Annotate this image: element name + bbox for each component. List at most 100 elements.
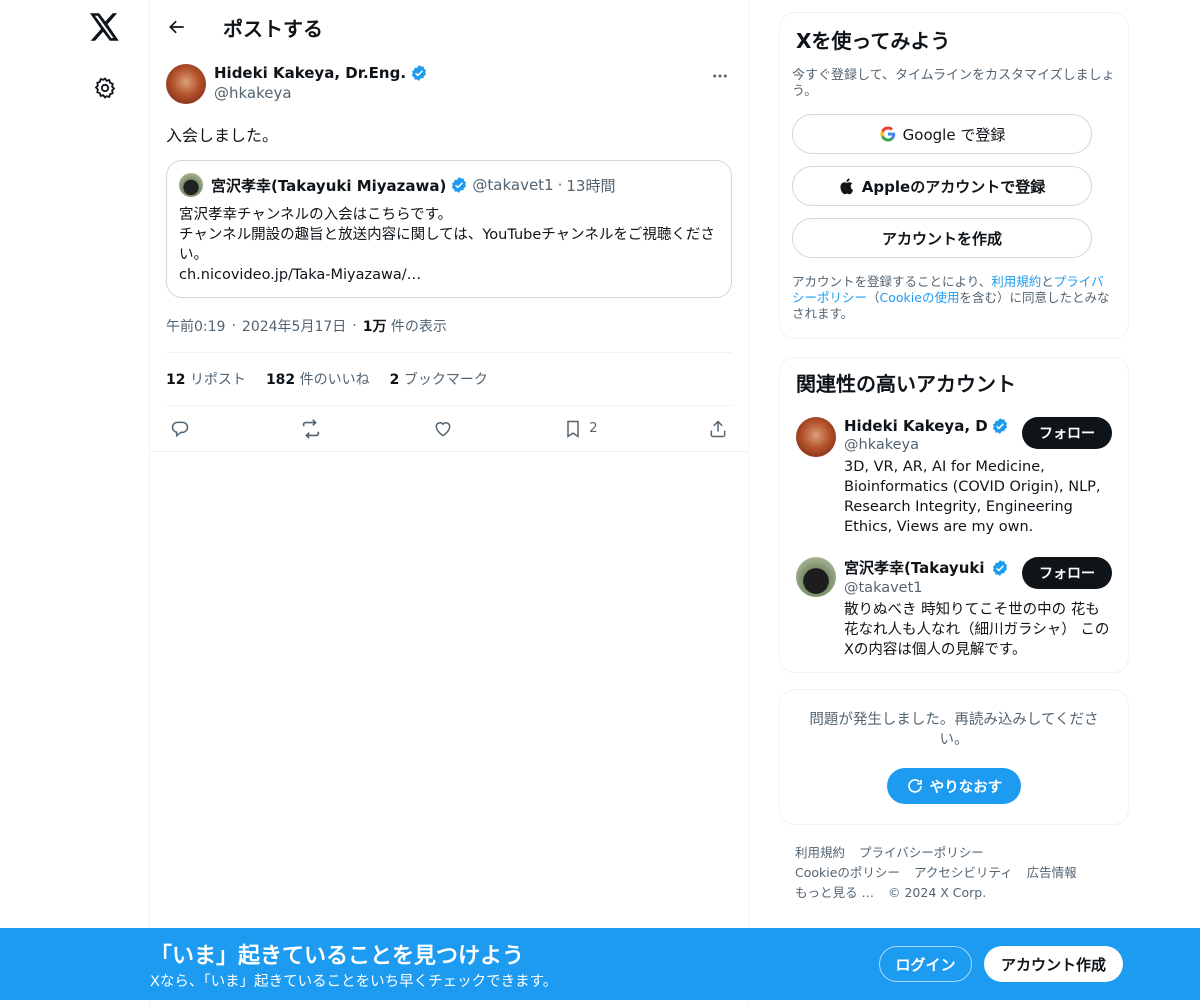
create-account-label: アカウントを作成 <box>881 229 1002 248</box>
post-text: 入会しました。 <box>166 126 279 145</box>
apple-signup-button[interactable]: Appleのアカウントで登録 <box>792 166 1092 206</box>
footer-more-link[interactable]: もっと見る … <box>795 885 874 900</box>
bookmark-icon <box>567 420 580 438</box>
reply-icon <box>171 421 189 437</box>
avatar[interactable] <box>796 557 836 597</box>
apple-signup-label: Appleのアカウントで登録 <box>861 177 1046 196</box>
quote-author-handle: @takavet1 <box>472 176 554 194</box>
page-title: ポストする <box>223 16 323 41</box>
post: Hideki Kakeya, Dr.Eng. @hkakeya 入会しました。 … <box>150 54 748 452</box>
right-sidebar: Xを使ってみよう 今すぐ登録して、タイムラインをカスタマイズしましょう。 Goo… <box>779 0 1129 903</box>
verified-badge-icon <box>992 559 1008 576</box>
signup-legal: アカウントを登録することにより、利用規約とプライバシーポリシー（Cookieの使… <box>792 274 1116 322</box>
legal-text: （ <box>867 290 880 305</box>
bookmarks-label: ブックマーク <box>403 372 488 388</box>
more-options-icon[interactable] <box>708 64 732 88</box>
footer-links: 利用規約 プライバシーポリシー Cookieのポリシー アクセシビリティ 広告情報 も… <box>779 843 1129 903</box>
quote-header: 宮沢孝幸(Takayuki Miyazawa) @takavet1 · 13時間 <box>179 173 719 197</box>
separator-dot: · <box>231 318 236 334</box>
login-banner: 「いま」起きていることを見つけよう Xなら、「いま」起きていることをいち早くチェ… <box>0 928 1200 1000</box>
quote-avatar <box>179 173 203 197</box>
footer-cookie-link[interactable]: Cookieのポリシー <box>795 865 900 880</box>
account-item[interactable]: 宮沢孝幸(Takayuki Miyazawa) @takavet1 フォロー 散… <box>796 557 1112 660</box>
account-handle[interactable]: @hkakeya <box>844 437 1009 453</box>
retry-label: やりなおす <box>929 779 1003 796</box>
follow-button[interactable]: フォロー <box>1022 557 1112 589</box>
back-arrow-icon[interactable] <box>166 16 188 38</box>
views-count: 1万 <box>362 319 387 335</box>
apple-icon <box>840 178 853 195</box>
account-bio: 散りぬべき 時知りてこそ世の中の 花も花なれ人も人なれ（細川ガラシャ） このXの… <box>844 602 1110 658</box>
google-icon <box>880 126 895 142</box>
error-message: 問題が発生しました。再読み込みしてください。 <box>809 712 1099 748</box>
bookmark-button[interactable]: 2 <box>563 419 598 439</box>
verified-badge-icon <box>411 65 427 81</box>
avatar[interactable] <box>166 64 206 104</box>
repost-button[interactable] <box>300 418 322 440</box>
create-account-button[interactable]: アカウントを作成 <box>792 218 1092 258</box>
terms-link[interactable]: 利用規約 <box>991 274 1041 289</box>
reposts-count: 12 <box>166 372 186 388</box>
post-stats: 12 リポスト 182 件のいいね 2 ブックマーク <box>166 353 732 405</box>
views-label: 件の表示 <box>390 319 447 335</box>
google-signup-label: Google で登録 <box>902 125 1006 144</box>
quote-link: ch.nicovideo.jp/Taka-Miyazawa/… <box>179 267 422 283</box>
bookmarks-count: 2 <box>389 372 400 388</box>
likes-stat[interactable]: 182 件のいいね <box>266 369 370 389</box>
author-meta: Hideki Kakeya, Dr.Eng. @hkakeya <box>214 64 708 102</box>
account-handle[interactable]: @takavet1 <box>844 580 1009 596</box>
quote-time: 13時間 <box>566 176 616 195</box>
login-button[interactable]: ログイン <box>879 946 972 982</box>
separator-dot: · <box>557 176 563 194</box>
footer-ads-link[interactable]: 広告情報 <box>1027 865 1077 880</box>
author-handle[interactable]: @hkakeya <box>214 84 708 102</box>
like-button[interactable] <box>433 419 453 439</box>
legal-text: アカウントを登録することにより、 <box>792 274 992 289</box>
quote-author-name: 宮沢孝幸(Takayuki Miyazawa) <box>211 176 447 195</box>
quoted-post[interactable]: 宮沢孝幸(Takayuki Miyazawa) @takavet1 · 13時間… <box>166 160 732 298</box>
reply-button[interactable] <box>170 419 190 439</box>
x-logo-icon[interactable] <box>88 10 122 44</box>
signup-card: Xを使ってみよう 今すぐ登録して、タイムラインをカスタマイズしましょう。 Goo… <box>779 12 1129 339</box>
gear-icon[interactable] <box>89 72 121 104</box>
share-icon <box>710 419 726 437</box>
google-signup-button[interactable]: Google で登録 <box>792 114 1092 154</box>
left-rail <box>0 0 150 1006</box>
banner-subtitle: Xなら、「いま」起きていることをいち早くチェックできます。 <box>150 974 558 990</box>
account-name[interactable]: 宮沢孝幸(Takayuki Miyazawa) <box>844 557 989 578</box>
signup-subtitle: 今すぐ登録して、タイムラインをカスタマイズしましょう。 <box>792 68 1115 99</box>
divider <box>150 451 748 452</box>
footer-accessibility-link[interactable]: アクセシビリティ <box>914 865 1013 880</box>
bookmarks-stat[interactable]: 2 ブックマーク <box>390 369 488 389</box>
author-row: Hideki Kakeya, Dr.Eng. @hkakeya <box>166 64 732 104</box>
footer-privacy-link[interactable]: プライバシーポリシー <box>859 845 984 860</box>
verified-badge-icon <box>992 418 1008 434</box>
avatar[interactable] <box>796 417 836 457</box>
banner-title: 「いま」起きていることを見つけよう <box>150 944 525 969</box>
post-date[interactable]: 2024年5月17日 <box>242 316 346 336</box>
quote-line: 宮沢孝幸チャンネルの入会はこちらです。 <box>179 207 453 223</box>
account-item[interactable]: Hideki Kakeya, Dr.Eng. @hkakeya フォロー 3D,… <box>796 417 1112 537</box>
create-account-banner-button[interactable]: アカウント作成 <box>984 946 1123 982</box>
author-name[interactable]: Hideki Kakeya, Dr.Eng. <box>214 64 406 82</box>
follow-button[interactable]: フォロー <box>1022 417 1112 449</box>
bookmark-count: 2 <box>589 421 598 436</box>
quote-line: チャンネル開設の趣旨と放送内容に関しては、YouTubeチャンネルをご視聴くださ… <box>179 227 715 263</box>
likes-label: 件のいいね <box>299 372 370 388</box>
post-time[interactable]: 午前0:19 <box>166 316 225 336</box>
refresh-icon <box>907 779 922 793</box>
likes-count: 182 <box>265 372 296 388</box>
account-name[interactable]: Hideki Kakeya, Dr.Eng. <box>844 417 989 435</box>
repost-icon <box>303 418 320 439</box>
footer-terms-link[interactable]: 利用規約 <box>795 845 845 860</box>
retry-button[interactable]: やりなおす <box>887 768 1021 804</box>
reposts-label: リポスト <box>189 372 246 388</box>
related-accounts-card: 関連性の高いアカウント Hideki Kakeya, Dr.Eng. @hkak… <box>779 357 1129 673</box>
footer-copyright: © 2024 X Corp. <box>887 885 987 900</box>
main-column: ポストする Hideki Kakeya, Dr.Eng. @hkakeya 入会… <box>149 0 749 1006</box>
cookie-link[interactable]: Cookieの使用 <box>880 290 960 305</box>
reposts-stat[interactable]: 12 リポスト <box>166 369 246 389</box>
verified-badge-icon <box>452 177 467 193</box>
post-actions: 2 <box>166 405 732 451</box>
share-button[interactable] <box>708 419 728 439</box>
